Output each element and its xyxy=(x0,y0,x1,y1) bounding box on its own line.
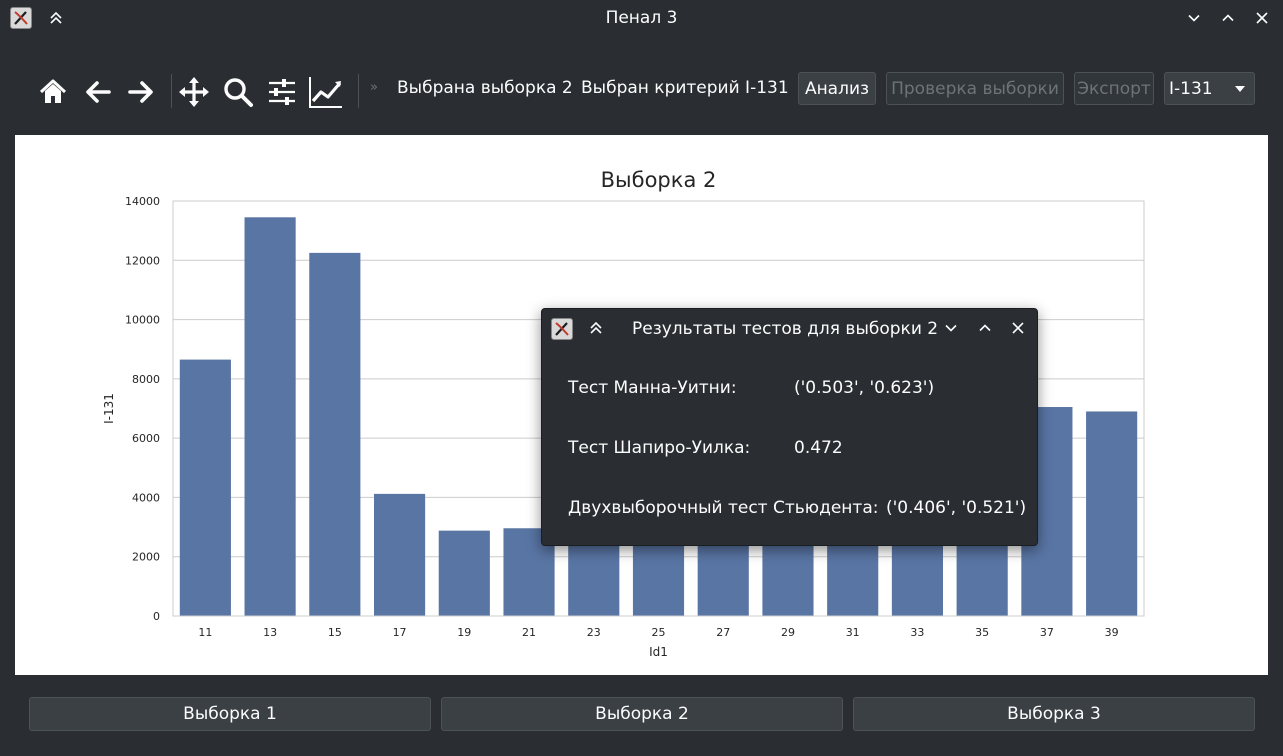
toolbar-overflow-icon[interactable]: » xyxy=(370,80,378,95)
dialog-minimize-icon[interactable] xyxy=(939,316,963,340)
configure-subplots-icon[interactable] xyxy=(264,74,300,110)
export-button[interactable]: Экспорт xyxy=(1074,72,1154,105)
toolbar-separator xyxy=(358,74,359,108)
criterion-select[interactable]: I-131 xyxy=(1164,72,1255,105)
x-tick-label: 23 xyxy=(587,626,601,639)
zoom-magnifier-icon[interactable] xyxy=(220,74,256,110)
chevron-down-icon xyxy=(1235,86,1245,92)
sample-2-button[interactable]: Выборка 2 xyxy=(441,697,843,731)
x-tick-label: 13 xyxy=(263,626,277,639)
x-tick-label: 29 xyxy=(781,626,795,639)
y-tick-label: 2000 xyxy=(132,551,160,564)
x-tick-label: 33 xyxy=(910,626,924,639)
pan-move-icon[interactable] xyxy=(176,74,212,110)
test-results-dialog: Результаты тестов для выборки 2 Тест Ман… xyxy=(541,308,1038,546)
dialog-app-icon xyxy=(551,318,573,340)
bar-id1-39 xyxy=(1086,411,1138,616)
bar-id1-19 xyxy=(438,530,490,616)
dialog-title: Результаты тестов для выборки 2 xyxy=(632,319,939,339)
dialog-keep-above-icon[interactable] xyxy=(584,316,608,340)
shapiro-wilk-label: Тест Шапиро-Уилка: xyxy=(568,438,751,458)
x-tick-label: 19 xyxy=(457,626,471,639)
student-t-test-label: Двухвыборочный тест Стьюдента: xyxy=(568,498,879,518)
x-tick-label: 35 xyxy=(975,626,989,639)
window-titlebar: Пенал 3 xyxy=(0,0,1283,36)
mann-whitney-value: ('0.503', '0.623') xyxy=(794,378,935,398)
sample-3-button[interactable]: Выборка 3 xyxy=(853,697,1255,731)
chart-title: Выборка 2 xyxy=(601,168,717,192)
y-tick-label: 4000 xyxy=(132,491,160,504)
y-tick-label: 6000 xyxy=(132,432,160,445)
minimize-icon[interactable] xyxy=(1182,6,1206,30)
toolbar: » Выбрана выборка 2 Выбран критерий I-13… xyxy=(0,36,1283,135)
y-axis-label: I-131 xyxy=(102,393,116,424)
back-arrow-icon[interactable] xyxy=(80,74,116,110)
window-title: Пенал 3 xyxy=(605,8,678,28)
criterion-select-value: I-131 xyxy=(1169,79,1213,99)
toolbar-separator xyxy=(171,74,172,108)
y-tick-label: 0 xyxy=(153,610,160,623)
x-tick-label: 31 xyxy=(846,626,860,639)
x-tick-label: 17 xyxy=(393,626,407,639)
x-tick-label: 39 xyxy=(1105,626,1119,639)
edit-axis-icon[interactable] xyxy=(308,74,344,110)
home-icon[interactable] xyxy=(35,74,71,110)
student-t-test-value: ('0.406', '0.521') xyxy=(886,498,1027,518)
check-sample-button[interactable]: Проверка выборки xyxy=(886,72,1064,105)
x-tick-label: 27 xyxy=(716,626,730,639)
x-tick-label: 37 xyxy=(1040,626,1054,639)
x-tick-label: 11 xyxy=(198,626,212,639)
y-tick-label: 14000 xyxy=(125,195,160,208)
x-tick-label: 21 xyxy=(522,626,536,639)
x-axis-label: Id1 xyxy=(649,645,668,659)
bar-id1-17 xyxy=(373,493,426,616)
y-tick-labels: 0 2000 4000 6000 8000 10000 12000 14000 xyxy=(125,195,160,623)
sample-1-button[interactable]: Выборка 1 xyxy=(29,697,431,731)
y-tick-label: 8000 xyxy=(132,373,160,386)
x-tick-labels: 11 13 15 17 19 21 23 25 27 29 31 33 35 37 39 xyxy=(198,626,1118,639)
bar-id1-11 xyxy=(179,359,231,616)
selected-sample-status: Выбрана выборка 2 xyxy=(397,78,573,98)
dialog-maximize-icon[interactable] xyxy=(973,316,997,340)
analyze-button[interactable]: Анализ xyxy=(798,72,876,105)
shapiro-wilk-value: 0.472 xyxy=(794,438,843,458)
selected-criterion-status: Выбран критерий I-131 xyxy=(581,78,789,98)
forward-arrow-icon[interactable] xyxy=(123,74,159,110)
dialog-titlebar: Результаты тестов для выборки 2 xyxy=(542,309,1037,347)
y-tick-label: 12000 xyxy=(125,254,160,267)
close-icon[interactable] xyxy=(1250,6,1274,30)
maximize-icon[interactable] xyxy=(1216,6,1240,30)
y-tick-label: 10000 xyxy=(125,314,160,327)
x-tick-label: 25 xyxy=(652,626,666,639)
x-tick-label: 15 xyxy=(328,626,342,639)
bar-id1-15 xyxy=(309,252,361,616)
mann-whitney-label: Тест Манна-Уитни: xyxy=(568,378,737,398)
dialog-close-icon[interactable] xyxy=(1006,316,1030,340)
bar-id1-13 xyxy=(244,217,296,616)
